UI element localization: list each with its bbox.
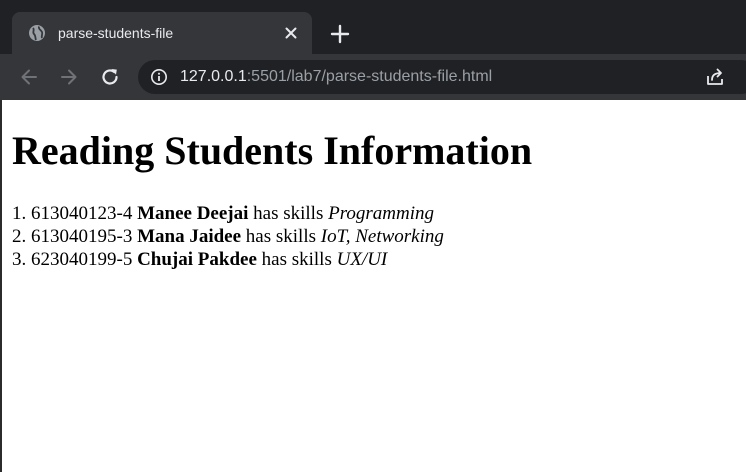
globe-icon <box>28 24 46 42</box>
student-number: 2. <box>12 226 27 247</box>
arrow-left-icon <box>21 69 37 85</box>
student-id: 613040123-4 <box>31 203 133 224</box>
student-number: 1. <box>12 203 27 224</box>
student-name: Mana Jaidee <box>137 226 242 247</box>
back-button[interactable] <box>16 64 42 90</box>
list-item: 1. 613040123-4 Manee Deejai has skills P… <box>12 202 444 225</box>
url-text: 127.0.0.1:5501/lab7/parse-students-file.… <box>180 67 492 87</box>
list-item: 3. 623040199-5 Chujai Pakdee has skills … <box>12 248 444 271</box>
student-skills: Programming <box>328 203 435 224</box>
student-connector: has skills <box>261 249 332 270</box>
url-path: :5501/lab7/parse-students-file.html <box>246 68 493 85</box>
student-connector: has skills <box>253 203 324 224</box>
browser-toolbar: 127.0.0.1:5501/lab7/parse-students-file.… <box>0 54 746 100</box>
reload-icon <box>102 69 118 85</box>
browser-chrome: parse-students-file 127.0.0.1:5501/lab7/… <box>0 0 746 100</box>
tab-title: parse-students-file <box>58 25 174 41</box>
plus-icon <box>330 24 350 44</box>
student-id: 613040195-3 <box>31 226 133 247</box>
arrow-right-icon <box>61 69 77 85</box>
page-title: Reading Students Information <box>12 128 533 173</box>
student-name: Manee Deejai <box>137 203 249 224</box>
address-bar[interactable]: 127.0.0.1:5501/lab7/parse-students-file.… <box>138 60 746 94</box>
tab-active[interactable]: parse-students-file <box>12 12 312 54</box>
student-skills: UX/UI <box>336 249 388 270</box>
window-edge <box>0 100 2 472</box>
page-content: Reading Students Information 1. 61304012… <box>0 100 746 472</box>
student-name: Chujai Pakdee <box>137 249 257 270</box>
student-id: 623040199-5 <box>31 249 133 270</box>
new-tab-button[interactable] <box>326 20 354 48</box>
forward-button[interactable] <box>56 64 82 90</box>
student-number: 3. <box>12 249 27 270</box>
info-icon[interactable] <box>150 68 168 86</box>
url-host: 127.0.0.1 <box>180 68 247 85</box>
reload-button[interactable] <box>97 64 123 90</box>
student-connector: has skills <box>245 226 316 247</box>
student-list: 1. 613040123-4 Manee Deejai has skills P… <box>12 202 444 271</box>
student-skills: IoT, Networking <box>320 226 444 247</box>
tab-strip: parse-students-file <box>0 0 746 54</box>
share-icon[interactable] <box>704 66 726 88</box>
close-icon[interactable] <box>282 24 300 42</box>
list-item: 2. 613040195-3 Mana Jaidee has skills Io… <box>12 225 444 248</box>
